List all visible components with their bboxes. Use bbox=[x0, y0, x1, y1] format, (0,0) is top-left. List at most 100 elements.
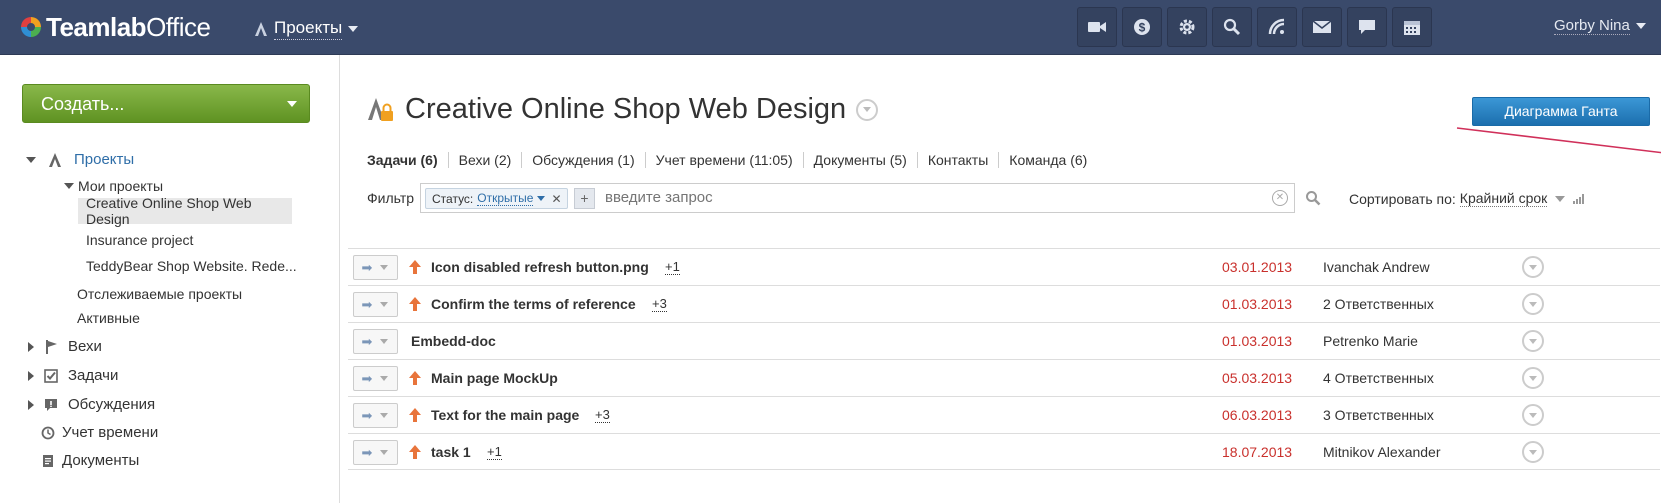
video-button[interactable] bbox=[1077, 7, 1117, 47]
sidebar-item-active[interactable]: Активные bbox=[77, 310, 140, 326]
sidebar-item-projects[interactable]: Проекты bbox=[26, 151, 134, 168]
expand-icon[interactable] bbox=[28, 399, 34, 410]
arrow-right-icon: ➡ bbox=[361, 370, 373, 386]
task-menu-toggle[interactable] bbox=[1522, 330, 1544, 352]
settings-button[interactable] bbox=[1167, 7, 1207, 47]
table-row[interactable]: ➡ Text for the main page +3 06.03.2013 3 Отв… bbox=[348, 396, 1660, 433]
gantt-chart-button[interactable]: Диаграмма Ганта bbox=[1472, 97, 1650, 126]
task-name[interactable]: Main page MockUp bbox=[431, 370, 558, 386]
search-button[interactable] bbox=[1212, 7, 1252, 47]
sidebar-project-item[interactable]: Insurance project bbox=[86, 232, 193, 248]
filter-chip-status[interactable]: Статус: Открытые ✕ bbox=[425, 188, 568, 209]
calendar-icon bbox=[1404, 21, 1420, 35]
task-menu-toggle[interactable] bbox=[1522, 441, 1544, 463]
tab-documents[interactable]: Документы (5) bbox=[802, 152, 917, 168]
mail-button[interactable] bbox=[1302, 7, 1342, 47]
search-icon[interactable] bbox=[1305, 190, 1321, 206]
table-row[interactable]: ➡ Embedd-doc 01.03.2013 Petrenko Marie bbox=[348, 322, 1660, 359]
tab-milestones[interactable]: Вехи (2) bbox=[447, 152, 522, 168]
task-action-button[interactable]: ➡ bbox=[353, 329, 398, 354]
sidebar-item-label: Проекты bbox=[74, 151, 135, 168]
sort-value[interactable]: Крайний срок bbox=[1459, 190, 1548, 207]
subtask-count[interactable]: +1 bbox=[665, 259, 680, 275]
subtask-count[interactable]: +1 bbox=[487, 444, 502, 460]
expand-icon[interactable] bbox=[28, 370, 34, 381]
chevron-down-icon[interactable] bbox=[380, 376, 388, 381]
sidebar-item-milestones[interactable]: Вехи bbox=[28, 338, 102, 355]
task-action-button[interactable]: ➡ bbox=[353, 366, 398, 391]
sidebar-item-label: Обсуждения bbox=[68, 396, 156, 413]
feed-button[interactable] bbox=[1257, 7, 1297, 47]
task-menu-toggle[interactable] bbox=[1522, 367, 1544, 389]
user-menu[interactable]: Gorby Nina bbox=[1554, 17, 1646, 35]
project-menu-toggle[interactable] bbox=[856, 98, 879, 121]
tab-tasks[interactable]: Задачи (6) bbox=[367, 152, 448, 168]
tab-team[interactable]: Команда (6) bbox=[998, 152, 1097, 168]
sidebar-project-item[interactable]: TeddyBear Shop Website. Rede... bbox=[86, 258, 297, 274]
task-menu-toggle[interactable] bbox=[1522, 256, 1544, 278]
sidebar-item-my-projects[interactable]: Мои проекты bbox=[64, 178, 163, 194]
sidebar-item-timetracking[interactable]: Учет времени bbox=[41, 424, 158, 441]
high-priority-icon bbox=[409, 445, 421, 459]
sidebar-item-discussions[interactable]: Обсуждения bbox=[28, 396, 155, 413]
task-deadline: 01.03.2013 bbox=[1222, 296, 1293, 312]
add-filter-button[interactable]: + bbox=[574, 188, 595, 209]
task-action-button[interactable]: ➡ bbox=[353, 255, 398, 280]
sidebar-project-item[interactable]: Creative Online Shop Web Design bbox=[78, 195, 292, 227]
module-switcher[interactable]: Проекты bbox=[254, 18, 359, 40]
sidebar-item-label: Вехи bbox=[68, 338, 102, 355]
tab-timetracking[interactable]: Учет времени (11:05) bbox=[644, 152, 803, 168]
table-row[interactable]: ➡ task 1 +1 18.07.2013 Mitnikov Alexander bbox=[348, 433, 1660, 470]
task-name[interactable]: Confirm the terms of reference bbox=[431, 296, 636, 312]
close-icon[interactable]: ✕ bbox=[551, 192, 561, 206]
chat-button[interactable] bbox=[1347, 7, 1387, 47]
task-menu-toggle[interactable] bbox=[1522, 293, 1544, 315]
money-button[interactable]: $ bbox=[1122, 7, 1162, 47]
chevron-down-icon bbox=[1529, 301, 1537, 307]
task-menu-toggle[interactable] bbox=[1522, 404, 1544, 426]
clear-icon[interactable]: ✕ bbox=[1272, 190, 1288, 206]
expand-icon[interactable] bbox=[64, 183, 74, 189]
sidebar-item-label: Документы bbox=[62, 452, 140, 469]
calendar-button[interactable] bbox=[1392, 7, 1432, 47]
task-name[interactable]: Text for the main page bbox=[431, 407, 579, 423]
table-row[interactable]: ➡ Icon disabled refresh button.png +1 03.01… bbox=[348, 248, 1660, 285]
chevron-down-icon[interactable] bbox=[380, 265, 388, 270]
gear-icon bbox=[1179, 19, 1195, 35]
filter-box[interactable]: Статус: Открытые ✕ + ✕ bbox=[420, 183, 1295, 213]
task-name[interactable]: Icon disabled refresh button.png bbox=[431, 259, 649, 275]
search-input[interactable] bbox=[605, 189, 1205, 206]
sidebar-item-documents[interactable]: Документы bbox=[41, 452, 139, 469]
create-button[interactable]: Создать... bbox=[22, 84, 310, 123]
table-row[interactable]: ➡ Main page MockUp 05.03.2013 4 Ответственн… bbox=[348, 359, 1660, 396]
task-action-button[interactable]: ➡ bbox=[353, 440, 398, 465]
task-action-button[interactable]: ➡ bbox=[353, 403, 398, 428]
subtask-count[interactable]: +3 bbox=[595, 407, 610, 423]
task-name[interactable]: task 1 bbox=[431, 444, 471, 460]
task-name[interactable]: Embedd-doc bbox=[411, 333, 496, 349]
sidebar-item-tasks[interactable]: Задачи bbox=[28, 367, 118, 384]
chevron-down-icon[interactable] bbox=[380, 450, 388, 455]
expand-icon[interactable] bbox=[28, 341, 34, 352]
sidebar-item-label: Задачи bbox=[68, 367, 119, 384]
task-action-button[interactable]: ➡ bbox=[353, 292, 398, 317]
discussion-icon bbox=[45, 398, 57, 411]
create-dropdown[interactable] bbox=[275, 85, 309, 122]
sidebar-item-followed[interactable]: Отслеживаемые проекты bbox=[77, 286, 242, 302]
task-responsible: 2 Ответственных bbox=[1323, 296, 1434, 312]
tab-discussions[interactable]: Обсуждения (1) bbox=[521, 152, 644, 168]
expand-icon[interactable] bbox=[26, 156, 36, 163]
filter-label: Фильтр bbox=[367, 190, 415, 206]
table-row[interactable]: ➡ Confirm the terms of reference +3 01.03.2… bbox=[348, 285, 1660, 322]
chevron-down-icon[interactable] bbox=[380, 302, 388, 307]
chevron-down-icon[interactable] bbox=[1555, 195, 1566, 202]
subtask-count[interactable]: +3 bbox=[652, 296, 667, 312]
chevron-down-icon[interactable] bbox=[380, 339, 388, 344]
filter-chip-value[interactable]: Открытые bbox=[477, 191, 534, 206]
page-title: Creative Online Shop Web Design bbox=[367, 93, 879, 126]
chevron-down-icon bbox=[1529, 338, 1537, 344]
sort-order-icon[interactable] bbox=[1573, 193, 1585, 204]
tab-contacts[interactable]: Контакты bbox=[916, 152, 998, 168]
logo[interactable]: TeamlabOffice bbox=[20, 12, 211, 42]
chevron-down-icon[interactable] bbox=[380, 413, 388, 418]
